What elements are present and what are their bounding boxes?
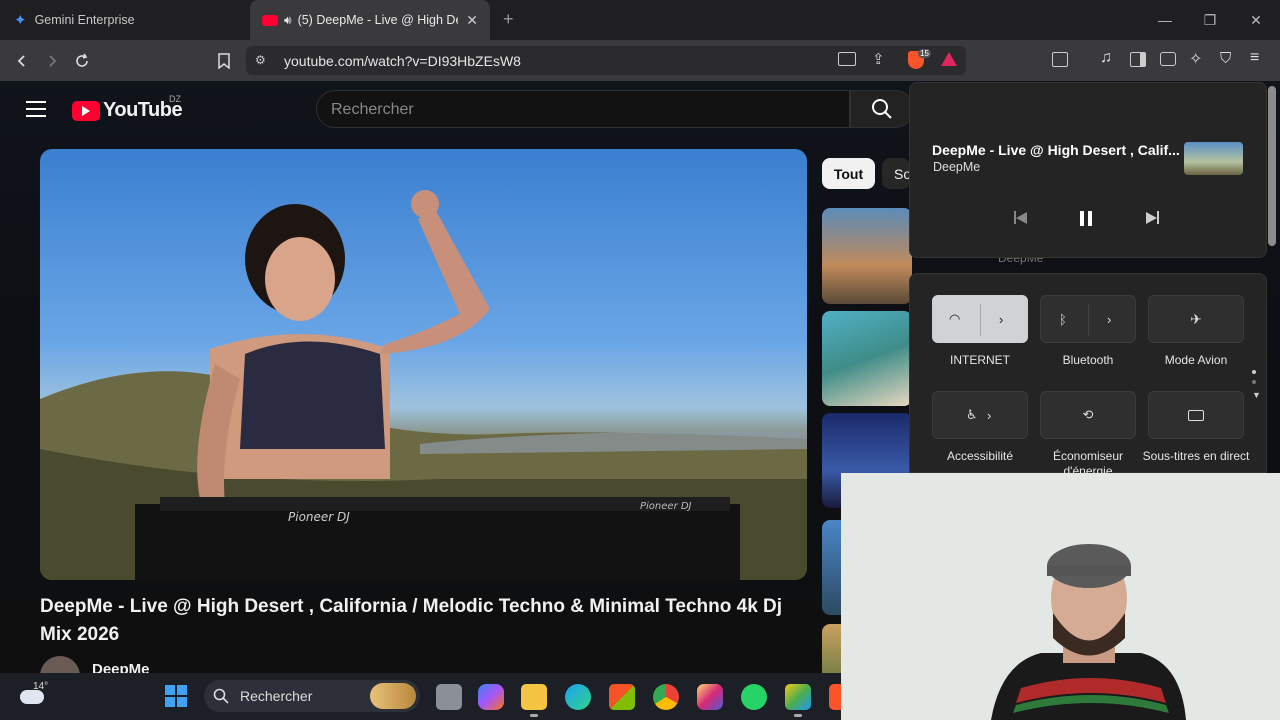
bookmark-icon[interactable] <box>212 49 236 73</box>
tab-label: (5) DeepMe - Live @ High De <box>297 13 458 27</box>
pause-icon[interactable] <box>1080 211 1092 226</box>
brave-rewards-icon[interactable] <box>941 52 957 66</box>
region-code: DZ <box>169 94 181 104</box>
sidebar-icon[interactable] <box>1130 52 1146 67</box>
share-icon[interactable]: ⇪ <box>872 50 885 68</box>
search-placeholder: Rechercher <box>331 101 414 118</box>
related-video-thumbnail[interactable] <box>822 311 912 406</box>
airplane-icon: ✈︎ <box>1190 310 1202 327</box>
url-text[interactable]: youtube.com/watch?v=DI93HbZEsW8 <box>284 53 521 69</box>
related-video-thumbnail[interactable] <box>822 208 912 304</box>
page-indicator-dots[interactable]: ▼ <box>1252 370 1261 400</box>
accessibility-toggle[interactable]: ♿︎ › <box>932 391 1028 439</box>
qs-label-airplane: Mode Avion <box>1164 353 1228 367</box>
video-frame: Pioneer DJ Pioneer DJ <box>40 190 807 580</box>
chip-second[interactable]: So <box>882 158 911 189</box>
back-icon[interactable] <box>10 49 34 73</box>
instagram-icon[interactable] <box>697 684 723 710</box>
search-highlight-image <box>370 683 416 709</box>
video-title: DeepMe - Live @ High Desert , California… <box>40 596 783 645</box>
search-icon <box>872 99 892 119</box>
active-app-indicator <box>530 714 538 717</box>
hamburger-menu-icon[interactable] <box>26 101 46 117</box>
qs-label-bluetooth: Bluetooth <box>1062 353 1114 367</box>
music-icon[interactable]: ♫ <box>1100 49 1112 67</box>
file-explorer-icon[interactable] <box>521 684 547 710</box>
tab-search-icon[interactable] <box>1052 52 1068 67</box>
live-captions-toggle[interactable] <box>1148 391 1244 439</box>
tab-youtube[interactable]: 🔊︎ (5) DeepMe - Live @ High De ✕ <box>250 0 490 40</box>
vpn-icon[interactable]: ⛉ <box>1220 50 1231 67</box>
next-track-icon[interactable] <box>1146 211 1159 224</box>
pioneer-watermark: Pioneer DJ <box>288 510 350 524</box>
microsoft-store-icon[interactable] <box>609 684 635 710</box>
battery-saver-toggle[interactable]: ⟲ <box>1040 391 1136 439</box>
bluestacks-icon[interactable] <box>785 684 811 710</box>
qs-label-battery-saver: Économiseur d'énergie <box>1052 449 1124 473</box>
webcam-person <box>841 473 1280 720</box>
weather-icon[interactable] <box>20 690 44 704</box>
weather-temp: 14° <box>33 681 49 692</box>
chevron-right-icon[interactable]: › <box>999 312 1003 327</box>
qs-label-accessibility: Accessibilité <box>946 449 1014 463</box>
chevron-right-icon[interactable]: › <box>987 408 991 423</box>
edge-icon[interactable] <box>565 684 591 710</box>
wifi-icon: ◠ <box>949 311 961 326</box>
task-view-icon[interactable] <box>436 684 462 710</box>
active-app-indicator <box>794 714 802 717</box>
chevron-right-icon[interactable]: › <box>1107 312 1111 327</box>
media-title: DeepMe - Live @ High Desert , Calif... <box>932 142 1180 158</box>
battery-saver-icon: ⟲ <box>1082 407 1094 422</box>
speaker-icon[interactable]: 🔊︎ <box>284 13 292 28</box>
chip-all[interactable]: Tout <box>822 158 875 189</box>
tab-label: Gemini Enterprise <box>34 13 135 27</box>
reload-icon[interactable] <box>70 49 94 73</box>
close-tab-icon[interactable]: ✕ <box>466 12 478 29</box>
media-artist: DeepMe <box>933 160 981 174</box>
browser-tab-bar: ✦ Gemini Enterprise 🔊︎ (5) DeepMe - Live… <box>0 0 1280 40</box>
cast-icon[interactable] <box>838 52 856 66</box>
windows-start-icon[interactable] <box>165 685 187 707</box>
youtube-logo[interactable]: YouTube <box>72 99 183 122</box>
pioneer-watermark-2: Pioneer DJ <box>640 501 692 512</box>
previous-track-icon[interactable] <box>1014 211 1027 224</box>
chevron-down-icon[interactable]: ▼ <box>1252 390 1261 400</box>
minimize-icon[interactable]: — <box>1155 10 1175 30</box>
site-settings-icon[interactable]: ⚙︎ <box>255 53 266 67</box>
copilot-icon[interactable] <box>478 684 504 710</box>
internet-toggle[interactable]: ◠ › <box>932 295 1028 343</box>
tab-gemini[interactable]: ✦ Gemini Enterprise <box>0 0 248 40</box>
youtube-favicon-icon <box>262 14 278 26</box>
airplane-mode-toggle[interactable]: ✈︎ <box>1148 295 1244 343</box>
close-window-icon[interactable]: ✕ <box>1246 10 1266 30</box>
webcam-overlay <box>841 473 1280 720</box>
qs-label-live-captions: Sous-titres en direct <box>1142 449 1250 463</box>
bluetooth-icon: ᛒ <box>1059 311 1067 327</box>
page-scrollbar[interactable] <box>1268 86 1276 246</box>
chrome-icon[interactable] <box>653 684 679 710</box>
search-button[interactable] <box>850 90 914 128</box>
taskbar-search-icon <box>213 688 229 704</box>
gemini-icon: ✦ <box>14 12 27 29</box>
youtube-play-icon <box>72 100 100 121</box>
video-player[interactable]: Pioneer DJ Pioneer DJ <box>40 149 807 580</box>
accessibility-icon: ♿︎ <box>966 407 978 422</box>
new-tab-button[interactable]: + <box>503 9 514 30</box>
forward-icon[interactable] <box>40 49 64 73</box>
leo-ai-icon[interactable]: ✧ <box>1189 49 1202 69</box>
qs-label-internet: INTERNET <box>950 353 1010 367</box>
media-thumbnail <box>1184 142 1243 175</box>
bluetooth-toggle[interactable]: ᛒ › <box>1040 295 1136 343</box>
brave-taskbar-icon[interactable] <box>829 684 841 710</box>
captions-icon <box>1188 409 1204 421</box>
shield-count-badge: 15 <box>918 49 931 58</box>
channel-name[interactable]: DeepMe <box>92 661 150 673</box>
taskbar-search-label: Rechercher <box>240 688 313 704</box>
whatsapp-icon[interactable] <box>741 684 767 710</box>
wallet-icon[interactable] <box>1160 52 1176 66</box>
channel-avatar[interactable] <box>40 656 80 673</box>
menu-icon[interactable]: ≡ <box>1250 49 1259 67</box>
restore-icon[interactable]: ❐ <box>1200 10 1220 30</box>
